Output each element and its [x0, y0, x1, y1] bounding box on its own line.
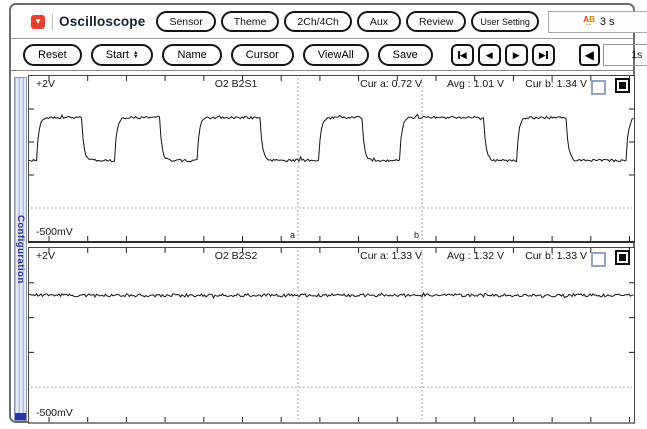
- step-forward-icon: ▶: [513, 50, 520, 61]
- controls-toolbar: Reset Start ▲▼ Name Cursor ViewAll Save …: [11, 40, 633, 71]
- ch1-vtop-label: +2V: [36, 78, 55, 90]
- ch1-unchecked-checkbox[interactable]: [591, 80, 606, 95]
- ch2-vtop-label: +2V: [36, 250, 55, 262]
- aux-button[interactable]: Aux: [357, 11, 401, 32]
- ch2-unchecked-checkbox[interactable]: [591, 252, 606, 267]
- user-setting-button[interactable]: User Setting: [471, 11, 539, 32]
- start-label: Start: [106, 49, 129, 61]
- channel-1-panel: +2V O2 B2S1 Cur a: 0.72 V Avg : 1.01 V C…: [28, 75, 635, 243]
- skip-to-start-button[interactable]: ◀: [451, 44, 474, 66]
- skip-to-end-button[interactable]: ▶: [532, 44, 555, 66]
- ch1-checked-checkbox[interactable]: [615, 78, 630, 93]
- start-dropdown[interactable]: Start ▲▼: [91, 44, 154, 66]
- ch2-vbottom-label: -500mV: [36, 407, 73, 419]
- sidebar-bottom-cap: [15, 413, 26, 420]
- sensor-button[interactable]: Sensor: [156, 11, 215, 32]
- ch1-vbottom-label: -500mV: [36, 226, 73, 238]
- ab-cursor-icon: AB ▪▪: [583, 16, 595, 27]
- ch2-cursor-a-reading: Cur a: 1.33 V: [360, 250, 422, 262]
- record-time-display[interactable]: AB ▪▪ 3 s: [548, 11, 647, 33]
- cursor-a-label[interactable]: a: [290, 230, 295, 240]
- channel-mode-button[interactable]: 2Ch/4Ch: [284, 11, 351, 32]
- sidebar-label: Configuration: [15, 215, 26, 284]
- cursor-b-label[interactable]: b: [414, 230, 419, 240]
- transport-controls: ◀ ◀ ▶ ▶: [451, 44, 559, 66]
- down-triangle-icon: ▾: [36, 17, 41, 26]
- top-toolbar: ▾ Oscilloscope Sensor Theme 2Ch/4Ch Aux …: [11, 5, 633, 39]
- reset-button[interactable]: Reset: [23, 44, 82, 66]
- timebase-decrease-button[interactable]: ◀: [579, 44, 600, 66]
- ch1-avg-reading: Avg : 1.01 V: [447, 78, 504, 90]
- cursor-button[interactable]: Cursor: [231, 44, 294, 66]
- timebase-control: ◀ 1s ▶: [579, 44, 647, 66]
- ch1-cursor-a-reading: Cur a: 0.72 V: [360, 78, 422, 90]
- ch2-cursor-b-reading: Cur b: 1.33 V: [525, 250, 587, 262]
- updown-spinner-icon: ▲▼: [133, 51, 138, 60]
- ch2-avg-reading: Avg : 1.32 V: [447, 250, 504, 262]
- step-back-button[interactable]: ◀: [478, 44, 501, 66]
- channel-2-panel: +2V O2 B2S2 Cur a: 1.33 V Avg : 1.32 V C…: [28, 247, 635, 424]
- viewall-button[interactable]: ViewAll: [303, 44, 369, 66]
- ch2-checked-checkbox[interactable]: [615, 250, 630, 265]
- oscilloscope-window: ▾ Oscilloscope Sensor Theme 2Ch/4Ch Aux …: [9, 3, 635, 423]
- skip-start-icon: ◀: [460, 50, 467, 61]
- divider: [52, 14, 53, 30]
- left-arrow-icon: ◀: [585, 48, 594, 62]
- ch1-cursor-b-reading: Cur b: 1.34 V: [525, 78, 587, 90]
- sidebar-configuration-tab[interactable]: Configuration: [14, 77, 27, 421]
- ch2-name-label: O2 B2S2: [215, 250, 258, 262]
- timebase-value[interactable]: 1s: [603, 44, 647, 66]
- app-title: Oscilloscope: [59, 14, 145, 29]
- app-menu-icon[interactable]: ▾: [31, 15, 45, 29]
- step-back-icon: ◀: [486, 50, 493, 61]
- ch1-name-label: O2 B2S1: [215, 78, 258, 90]
- record-time-value: 3 s: [600, 16, 615, 28]
- channel-2-waveform-plot: [29, 248, 634, 422]
- name-button[interactable]: Name: [162, 44, 221, 66]
- step-forward-button[interactable]: ▶: [505, 44, 528, 66]
- skip-end-icon: ▶: [539, 50, 546, 61]
- channel-1-waveform-plot: [29, 76, 634, 241]
- theme-button[interactable]: Theme: [221, 11, 280, 32]
- save-button[interactable]: Save: [378, 44, 433, 66]
- review-button[interactable]: Review: [406, 11, 466, 32]
